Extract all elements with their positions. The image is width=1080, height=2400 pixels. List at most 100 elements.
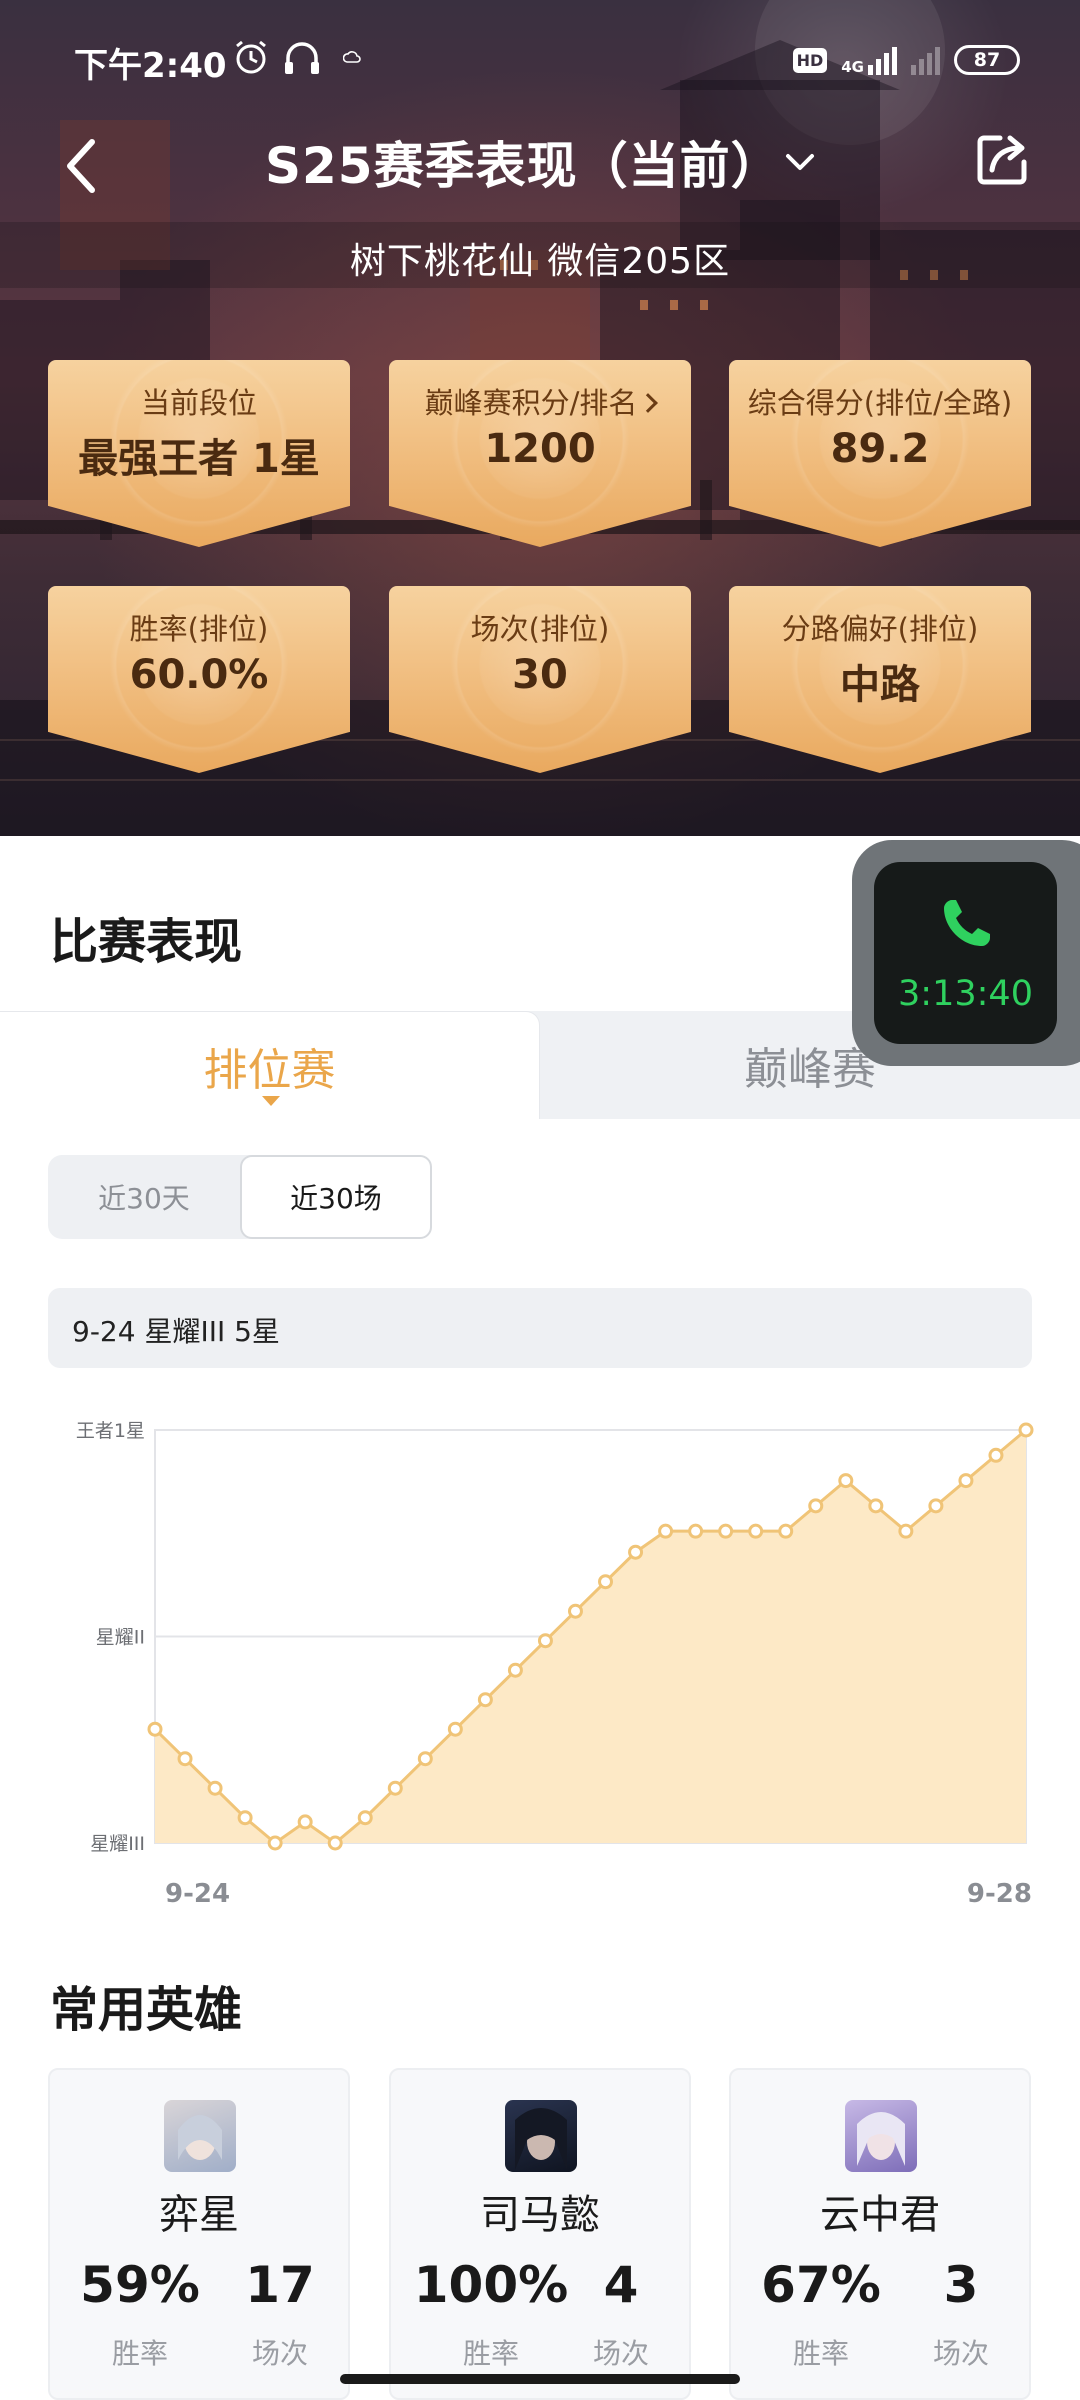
hero-games: 3 — [943, 2256, 979, 2314]
data-point[interactable] — [778, 1523, 794, 1539]
home-indicator[interactable] — [340, 2374, 740, 2384]
x-tick-label: 9-24 — [165, 1879, 230, 1909]
data-point[interactable] — [477, 1692, 493, 1708]
call-card: 3:13:40 — [874, 862, 1057, 1044]
stat-label: 胜率(排位) — [129, 612, 269, 646]
cell-signal-primary: 4G — [841, 45, 897, 75]
chart-info-bar: 9-24 星耀III 5星 — [48, 1288, 1032, 1368]
stat-label: 巅峰赛积分/排名 — [389, 380, 691, 422]
data-point[interactable] — [808, 1498, 824, 1514]
data-point[interactable] — [267, 1835, 283, 1851]
data-point[interactable] — [417, 1751, 433, 1767]
player-name-server: 树下桃花仙 微信205区 — [349, 241, 731, 282]
data-point[interactable] — [507, 1662, 523, 1678]
range-selector: 近30天 近30场 — [48, 1155, 432, 1239]
data-point[interactable] — [898, 1523, 914, 1539]
hero-card-3[interactable]: 云中君 67% 3 胜率 场次 — [729, 2068, 1031, 2400]
battery-level: 87 — [973, 49, 1001, 71]
selected-point-info: 9-24 星耀III 5星 — [72, 1315, 280, 1348]
cloud-icon — [343, 51, 361, 63]
data-point[interactable] — [958, 1473, 974, 1489]
hero-name: 司马懿 — [480, 2192, 600, 2238]
data-point[interactable] — [237, 1810, 253, 1826]
data-point[interactable] — [688, 1523, 704, 1539]
data-point[interactable] — [387, 1780, 403, 1796]
hero-avatar — [845, 2100, 917, 2172]
y-tick-label: 王者1星 — [76, 1420, 145, 1442]
data-point[interactable] — [928, 1498, 944, 1514]
battery-indicator: 87 — [954, 45, 1020, 75]
segment-last-30-days[interactable]: 近30天 — [48, 1155, 240, 1239]
nav-bar: S25赛季表现（当前） — [0, 112, 1080, 222]
hero-card-1[interactable]: 弈星 59% 17 胜率 场次 — [48, 2068, 350, 2400]
data-point[interactable] — [598, 1574, 614, 1590]
hero-games: 17 — [245, 2256, 315, 2314]
rank-trend-chart: 王者1星星耀II 星耀III 9-24 9-28 — [76, 1420, 1034, 1909]
data-point[interactable] — [147, 1721, 163, 1737]
back-button[interactable] — [52, 130, 112, 200]
alarm-icon — [236, 40, 266, 74]
hero-winrate: 59% — [80, 2256, 200, 2314]
data-point[interactable] — [718, 1523, 734, 1539]
chevron-down-icon[interactable] — [780, 142, 820, 182]
hero-winrate-label: 胜率 — [111, 2337, 168, 2370]
y-tick-label: 星耀III — [90, 1833, 145, 1855]
chevron-right-icon — [638, 393, 659, 413]
hero-card-2[interactable]: 司马懿 100% 4 胜率 场次 — [389, 2068, 691, 2400]
section-title-match-performance: 比赛表现 — [50, 914, 243, 970]
hero-avatar — [505, 2100, 577, 2172]
status-indicators: HD 4G 87 — [792, 40, 1020, 80]
status-bar: 下午2:40 HD 4G 87 — [0, 0, 1080, 120]
hero-games-label: 场次 — [251, 2337, 308, 2370]
hero-games-label: 场次 — [592, 2337, 649, 2370]
network-type: 4G — [841, 58, 864, 76]
hero-games-label: 场次 — [932, 2337, 989, 2370]
hero-winrate: 67% — [761, 2256, 881, 2314]
data-point[interactable] — [748, 1523, 764, 1539]
data-point[interactable] — [327, 1835, 343, 1851]
stat-value: 最强王者 1星 — [78, 436, 320, 482]
data-point[interactable] — [1018, 1422, 1034, 1438]
stat-value: 60.0% — [129, 652, 269, 698]
data-point[interactable] — [447, 1721, 463, 1737]
stat-label: 当前段位 — [140, 386, 257, 420]
stat-value: 30 — [512, 652, 568, 698]
stat-value: 中路 — [840, 662, 920, 708]
data-point[interactable] — [177, 1751, 193, 1767]
data-point[interactable] — [628, 1544, 644, 1560]
section-title-frequent-heroes: 常用英雄 — [50, 1982, 243, 2038]
stat-label: 分路偏好(排位) — [781, 612, 979, 646]
call-timer: 3:13:40 — [898, 974, 1033, 1014]
call-overlay[interactable]: 3:13:40 — [852, 840, 1080, 1066]
segment-last-30-games[interactable]: 近30场 — [240, 1155, 432, 1239]
tab-ranked[interactable]: 排位赛 — [0, 1011, 540, 1119]
hd-badge: HD — [792, 47, 828, 73]
data-point[interactable] — [988, 1447, 1004, 1463]
data-point[interactable] — [838, 1473, 854, 1489]
data-point[interactable] — [207, 1780, 223, 1796]
hero-name: 云中君 — [820, 2192, 940, 2238]
hero-games: 4 — [603, 2256, 639, 2314]
page-title[interactable]: S25赛季表现（当前） — [265, 126, 782, 198]
hero-winrate-label: 胜率 — [792, 2337, 849, 2370]
data-point[interactable] — [297, 1814, 313, 1830]
hero-avatar — [164, 2100, 236, 2172]
tab-label: 排位赛 — [203, 1044, 336, 1096]
stat-label: 综合得分(排位/全路) — [747, 386, 1013, 420]
stat-value: 1200 — [484, 426, 596, 472]
status-time: 下午2:40 — [74, 46, 227, 86]
hero-name: 弈星 — [159, 2192, 239, 2238]
y-tick-label: 星耀II — [96, 1627, 145, 1649]
data-point[interactable] — [357, 1810, 373, 1826]
share-icon[interactable] — [972, 130, 1032, 190]
data-point[interactable] — [567, 1603, 583, 1619]
stat-value: 89.2 — [830, 426, 930, 472]
x-tick-label: 9-28 — [967, 1879, 1032, 1909]
data-point[interactable] — [537, 1633, 553, 1649]
data-point[interactable] — [658, 1523, 674, 1539]
phone-icon — [944, 900, 990, 946]
data-point[interactable] — [868, 1498, 884, 1514]
stat-label: 场次(排位) — [470, 612, 610, 646]
signal-bars-secondary-icon — [911, 45, 940, 75]
signal-bars-icon — [868, 45, 897, 75]
